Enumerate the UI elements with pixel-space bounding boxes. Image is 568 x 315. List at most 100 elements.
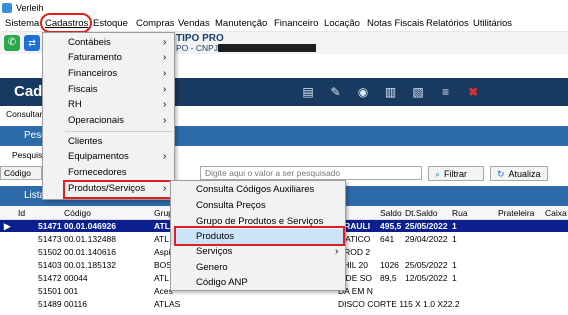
- submenu-item-servicos[interactable]: Serviços ›: [171, 244, 345, 260]
- grid-cell-saldo: 89,5: [380, 273, 397, 283]
- grid-cell-grupo: ATL: [154, 273, 169, 283]
- grid-cell-id: 51471: [38, 221, 62, 231]
- menu-item-label: Operacionais: [68, 115, 124, 126]
- trash-icon[interactable]: ▥: [383, 84, 399, 100]
- col-saldo[interactable]: Saldo: [380, 208, 402, 218]
- menu-estoque[interactable]: Estoque: [93, 18, 128, 29]
- cnpj-label: PO - CNPJ :: [176, 43, 223, 53]
- produtos-submenu: Consulta Códigos Auxiliares Consulta Preç…: [170, 180, 346, 291]
- submenu-item-consulta-codigos-auxiliares[interactable]: Consulta Códigos Auxiliares: [171, 182, 345, 198]
- menu-manutencao[interactable]: Manutenção: [215, 18, 267, 29]
- col-dt-saldo[interactable]: Dt.Saldo: [405, 208, 438, 218]
- menu-item-label: Contábeis: [68, 37, 111, 48]
- grid-cell-dt-saldo: 25/05/2022: [405, 221, 448, 231]
- submenu-item-genero[interactable]: Genero: [171, 260, 345, 276]
- col-caixa[interactable]: Caixa: [545, 208, 567, 218]
- chevron-right-icon: ›: [163, 37, 167, 48]
- edit-pencil-icon[interactable]: ✎: [328, 84, 344, 100]
- grid-cell-rua: 1: [452, 260, 457, 270]
- menu-item-label: Faturamento: [68, 52, 122, 63]
- submenu-item-label: Serviços: [196, 246, 233, 257]
- menu-relatorios[interactable]: Relatórios: [426, 18, 469, 29]
- refresh-button-label: Atualiza: [508, 169, 541, 179]
- submenu-item-label: Genero: [196, 262, 228, 273]
- grid-cell-saldo: 641: [380, 234, 395, 244]
- grid-cell-codigo: 00.01.132488: [64, 234, 116, 244]
- submenu-item-codigo-anp[interactable]: Código ANP: [171, 275, 345, 291]
- chevron-right-icon: ›: [163, 68, 167, 79]
- grid-cell-id: 51502: [38, 247, 62, 257]
- menu-item-fornecedores[interactable]: Fornecedores: [43, 165, 174, 181]
- refresh-icon: ↻: [497, 169, 505, 179]
- menu-item-faturamento[interactable]: Faturamento ›: [43, 50, 174, 66]
- menu-item-clientes[interactable]: Clientes: [43, 134, 174, 150]
- grid-cell-codigo: 00116: [64, 299, 88, 309]
- grid-cell-rua: 1: [452, 221, 457, 231]
- col-codigo[interactable]: Código: [64, 208, 91, 218]
- grid-cell-id: 51472: [38, 273, 62, 283]
- tab-consultar[interactable]: Consultar: [6, 109, 42, 119]
- grid-cell-dt-saldo: 29/04/2022: [405, 234, 448, 244]
- submenu-item-label: Código ANP: [196, 277, 248, 288]
- grid-cell-codigo: 00044: [64, 273, 88, 283]
- teamviewer-icon[interactable]: ⇄: [24, 35, 40, 51]
- print-icon[interactable]: ▧: [410, 84, 426, 100]
- view-eye-icon[interactable]: ◉: [355, 84, 371, 100]
- menu-item-label: Clientes: [68, 136, 103, 147]
- menu-item-label: Equipamentos: [68, 151, 129, 162]
- filter-icon: ⌕: [435, 169, 441, 179]
- grid-cell-id: 51403: [38, 260, 62, 270]
- grid-cell-codigo: 00.01.185132: [64, 260, 116, 270]
- submenu-item-consulta-precos[interactable]: Consulta Preços: [171, 198, 345, 214]
- new-document-icon[interactable]: ▤: [300, 84, 316, 100]
- menu-bar: Sistema Cadastros Estoque Compras Vendas…: [0, 13, 568, 33]
- search-field-select[interactable]: Código: [0, 166, 42, 180]
- cadastros-annotation-circle: [40, 13, 92, 33]
- refresh-button[interactable]: ↻ Atualiza: [490, 166, 548, 181]
- form-toolbar: ▤ ✎ ◉ ▥ ▧ ≡ ✖: [300, 84, 490, 100]
- window-title: Verleih: [16, 3, 44, 13]
- menu-lines-icon[interactable]: ≡: [438, 84, 454, 100]
- grid-cell-grupo: ATL: [154, 234, 169, 244]
- col-id[interactable]: Id: [18, 208, 25, 218]
- menu-item-cont-beis[interactable]: Contábeis ›: [43, 35, 174, 51]
- chevron-right-icon: ›: [335, 246, 339, 257]
- cadastros-menu: Contábeis › Faturamento › Financeiros › Fiscai…: [42, 32, 175, 200]
- chevron-right-icon: ›: [163, 151, 167, 162]
- menu-notas-fiscais[interactable]: Notas Fiscais: [367, 18, 424, 29]
- menu-financeiro[interactable]: Financeiro: [274, 18, 318, 29]
- grid-cell-rua: 1: [452, 234, 457, 244]
- menu-utilitarios[interactable]: Utilitários: [473, 18, 512, 29]
- filter-button[interactable]: ⌕ Filtrar: [428, 166, 484, 181]
- menu-item-financeiros[interactable]: Financeiros ›: [43, 66, 174, 82]
- whatsapp-icon[interactable]: ✆: [4, 35, 20, 51]
- menu-vendas[interactable]: Vendas: [178, 18, 210, 29]
- col-prateleira[interactable]: Prateleira: [498, 208, 534, 218]
- menu-item-rh[interactable]: RH ›: [43, 97, 174, 113]
- grid-cell-id: 51501: [38, 286, 62, 296]
- menu-item-equipamentos[interactable]: Equipamentos ›: [43, 149, 174, 165]
- row-indicator-icon: ▶: [4, 221, 11, 231]
- search-input[interactable]: Digite aqui o valor a ser pesquisado: [200, 166, 422, 180]
- table-row[interactable]: 51489 00116 ATLAS DISCO CORTE 115 X 1.0 X22…: [0, 298, 568, 310]
- close-x-icon[interactable]: ✖: [465, 84, 481, 100]
- grid-cell-rua: 1: [452, 273, 457, 283]
- menu-compras[interactable]: Compras: [136, 18, 175, 29]
- menu-item-fiscais[interactable]: Fiscais ›: [43, 82, 174, 98]
- produtos-annotation-box: [174, 226, 345, 246]
- grid-cell-dt-saldo: 25/05/2022: [405, 260, 448, 270]
- grid-cell-grupo: ATLAS: [154, 299, 181, 309]
- chevron-right-icon: ›: [163, 52, 167, 63]
- menu-item-label: Financeiros: [68, 68, 118, 79]
- grid-cell-id: 51473: [38, 234, 62, 244]
- filter-button-label: Filtrar: [444, 169, 468, 179]
- menu-locacao[interactable]: Locação: [324, 18, 360, 29]
- menu-item-operacionais[interactable]: Operacionais ›: [43, 113, 174, 129]
- menu-sistema[interactable]: Sistema: [5, 18, 39, 29]
- grid-cell-codigo: 001: [64, 286, 79, 296]
- col-rua[interactable]: Rua: [452, 208, 468, 218]
- app-icon: [2, 3, 12, 13]
- chevron-right-icon: ›: [163, 115, 167, 126]
- grid-cell-id: 51489: [38, 299, 62, 309]
- menu-item-label: RH: [68, 99, 82, 110]
